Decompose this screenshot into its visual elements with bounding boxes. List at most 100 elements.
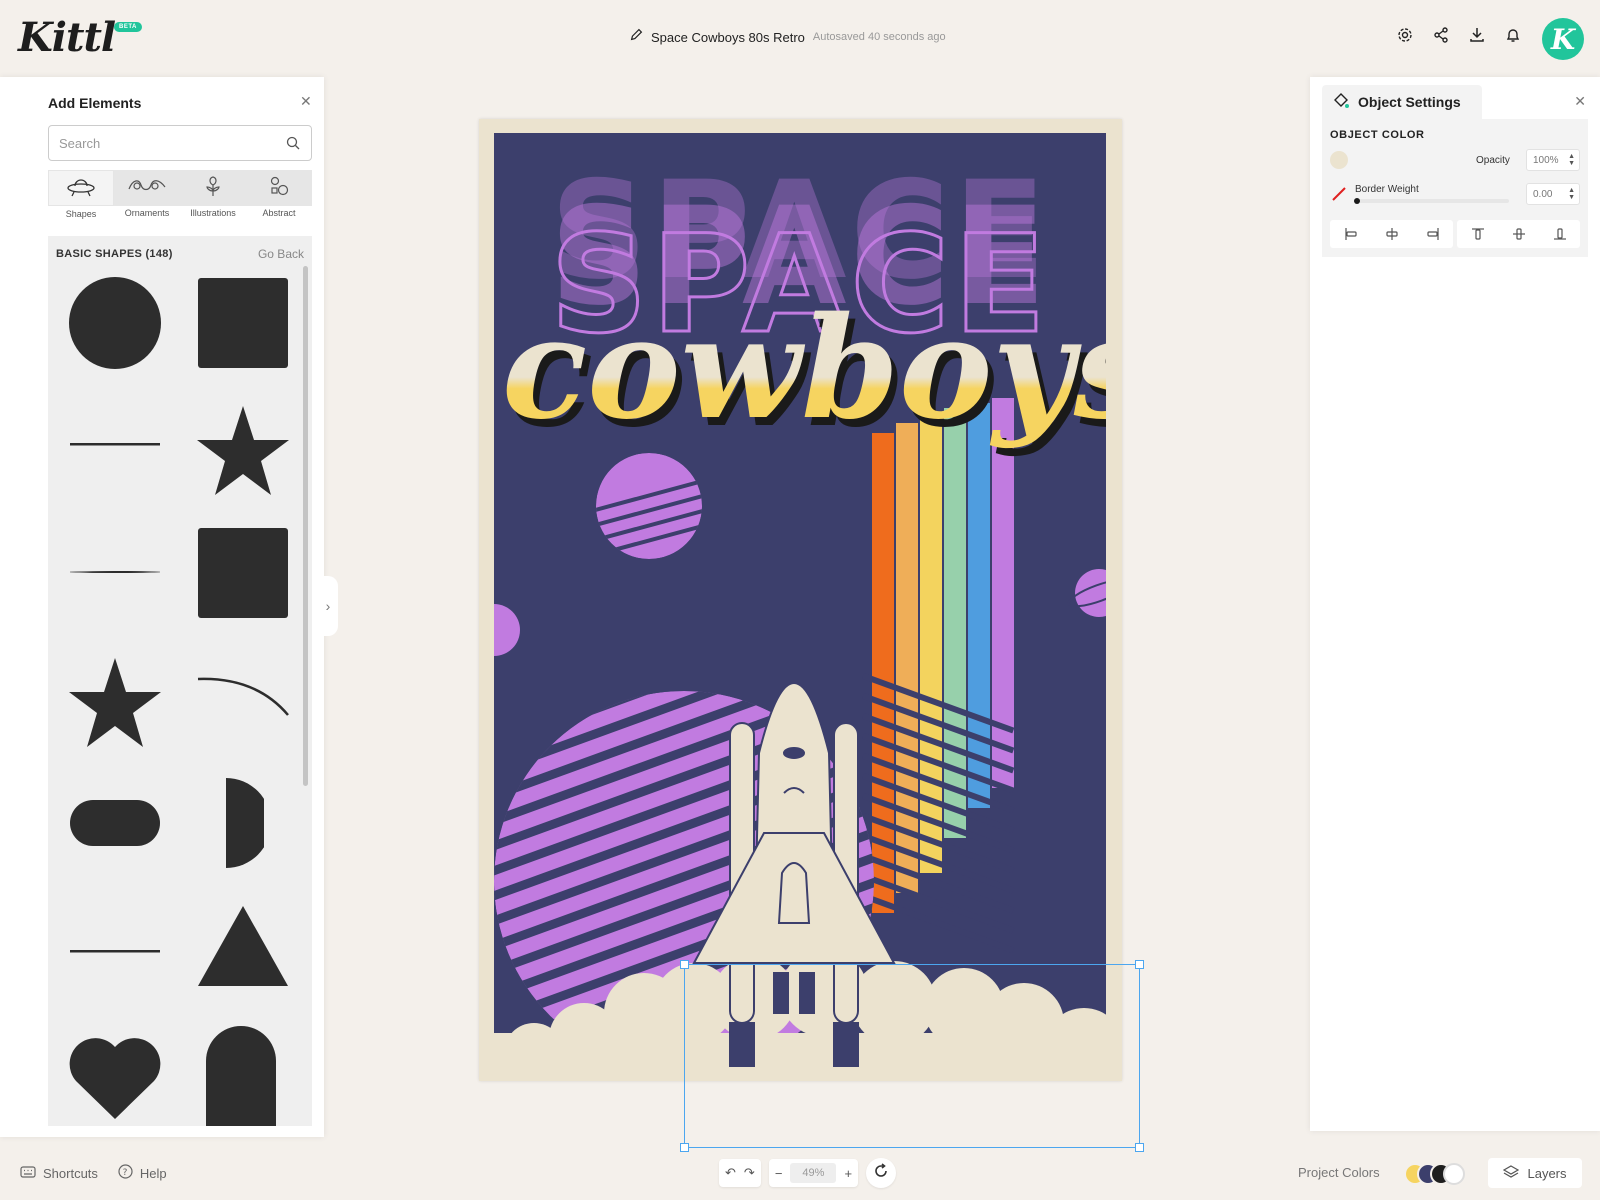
zoom-toolbar: ↶ ↷ − 49% + — [719, 1158, 897, 1188]
panel-title: Add Elements — [48, 95, 142, 111]
close-icon[interactable]: ✕ — [300, 93, 312, 110]
shape-arch[interactable] — [204, 1024, 278, 1126]
section-title: BASIC SHAPES (148) — [56, 248, 173, 260]
align-center-v-icon[interactable] — [1498, 220, 1539, 248]
zoom-in-button[interactable]: + — [844, 1166, 852, 1181]
beta-badge: BETA — [114, 22, 142, 32]
tab-label: Abstract — [262, 208, 296, 218]
object-settings-tab[interactable]: Object Settings — [1322, 85, 1482, 119]
shape-arc[interactable] — [196, 671, 290, 731]
zoom-level[interactable]: 49% — [790, 1163, 837, 1183]
scrollbar[interactable] — [303, 266, 308, 786]
help-label: Help — [139, 1165, 167, 1181]
document-title-area: Space Cowboys 80s Retro Autosaved 40 sec… — [630, 28, 946, 46]
object-color-label: OBJECT COLOR — [1330, 129, 1425, 141]
autosave-status: Autosaved 40 seconds ago — [812, 31, 946, 43]
resize-handle[interactable] — [680, 960, 689, 969]
bottom-left-links: Shortcuts ? Help — [20, 1164, 167, 1182]
tab-abstract[interactable]: Abstract — [246, 170, 312, 218]
undo-icon[interactable]: ↶ — [725, 1165, 736, 1181]
search-icon[interactable] — [286, 136, 300, 155]
shape-square[interactable] — [196, 526, 290, 620]
project-color-swatch[interactable] — [1443, 1163, 1465, 1185]
selection-box[interactable] — [680, 960, 1144, 1152]
project-color-swatches[interactable] — [1404, 1163, 1468, 1185]
shortcuts-button[interactable]: Shortcuts — [20, 1166, 98, 1181]
top-bar: Kittl BETA Space Cowboys 80s Retro Autos… — [0, 0, 1600, 76]
shape-star[interactable] — [68, 656, 162, 750]
header-actions — [1396, 26, 1522, 44]
stepper-icon[interactable]: ▲ ▼ — [1568, 187, 1575, 201]
no-border-icon — [1332, 187, 1346, 206]
category-tabs: Shapes Ornaments Illustrations Abstract — [48, 170, 312, 220]
shape-thin-line[interactable] — [68, 569, 162, 575]
color-swatch[interactable] — [1330, 151, 1348, 169]
opacity-field[interactable]: 100% ▲ ▼ — [1526, 149, 1580, 171]
download-icon[interactable] — [1468, 26, 1486, 44]
document-title[interactable]: Space Cowboys 80s Retro — [651, 30, 805, 45]
alignment-toolbar — [1330, 220, 1580, 248]
share-icon[interactable] — [1432, 26, 1450, 44]
shape-circle[interactable] — [68, 276, 162, 370]
align-left-icon[interactable] — [1330, 220, 1371, 248]
add-elements-panel: Add Elements ✕ Shapes Ornaments Illustra… — [0, 77, 324, 1137]
shape-half-circle[interactable] — [224, 776, 264, 870]
project-colors-label: Project Colors — [1298, 1165, 1380, 1180]
bell-icon[interactable] — [1504, 26, 1522, 44]
align-right-icon[interactable] — [1412, 220, 1453, 248]
resize-handle[interactable] — [1135, 1143, 1144, 1152]
pencil-icon[interactable] — [630, 28, 643, 46]
shape-triangle[interactable] — [196, 904, 290, 988]
keyboard-icon — [20, 1165, 36, 1181]
border-weight-slider[interactable] — [1354, 198, 1509, 204]
stepper-icon[interactable]: ▲ ▼ — [1568, 153, 1575, 167]
ufo-icon — [66, 175, 96, 202]
horizontal-align-group — [1330, 220, 1453, 248]
object-settings-panel: Object Settings ✕ OBJECT COLOR Opacity 1… — [1310, 77, 1600, 1131]
shortcuts-label: Shortcuts — [43, 1165, 98, 1181]
border-weight-field[interactable]: 0.00 ▲ ▼ — [1526, 183, 1580, 205]
history-controls: ↶ ↷ — [719, 1159, 761, 1187]
flower-icon — [202, 175, 224, 202]
abstract-icon — [268, 175, 290, 202]
opacity-label: Opacity — [1476, 155, 1510, 166]
shape-square[interactable] — [196, 276, 290, 370]
tab-illustrations[interactable]: Illustrations — [180, 170, 246, 218]
resize-handle[interactable] — [680, 1143, 689, 1152]
slider-thumb[interactable] — [1354, 198, 1360, 204]
align-center-h-icon[interactable] — [1371, 220, 1412, 248]
shape-heart[interactable] — [68, 1031, 162, 1121]
help-button[interactable]: ? Help — [118, 1164, 167, 1182]
border-weight-label: Border Weight — [1355, 184, 1419, 195]
shape-star[interactable] — [196, 404, 290, 498]
resize-handle[interactable] — [1135, 960, 1144, 969]
gear-icon[interactable] — [1396, 26, 1414, 44]
shape-pill[interactable] — [68, 798, 162, 848]
svg-text:cowboys: cowboys — [502, 287, 1106, 451]
tab-ornaments[interactable]: Ornaments — [114, 170, 180, 218]
layers-button[interactable]: Layers — [1488, 1158, 1582, 1188]
tab-shapes[interactable]: Shapes — [48, 170, 114, 219]
search-input[interactable] — [48, 125, 312, 161]
kittl-logo[interactable]: Kittl — [18, 14, 116, 61]
align-bottom-icon[interactable] — [1539, 220, 1580, 248]
cowboys-script: cowboys cowboys — [502, 287, 1106, 459]
paint-bucket-icon — [1332, 91, 1350, 114]
basic-shapes-section: BASIC SHAPES (148) Go Back — [48, 236, 312, 1126]
shape-line[interactable] — [68, 948, 162, 954]
close-icon[interactable]: ✕ — [1574, 93, 1586, 110]
tab-label: Illustrations — [190, 208, 236, 218]
poster-design[interactable]: SPACE SPACE SPACE cowboys cowboys — [494, 133, 1106, 1067]
shape-line[interactable] — [68, 441, 162, 447]
ornament-icon — [127, 175, 167, 202]
opacity-value: 100% — [1533, 155, 1559, 166]
user-avatar[interactable]: K — [1542, 18, 1584, 60]
collapse-panel-button[interactable]: › — [318, 576, 338, 636]
tab-label: Ornaments — [124, 208, 170, 218]
refresh-icon — [873, 1162, 889, 1184]
zoom-out-button[interactable]: − — [775, 1166, 783, 1181]
go-back-link[interactable]: Go Back — [258, 247, 304, 261]
align-top-icon[interactable] — [1457, 220, 1498, 248]
reset-view-button[interactable] — [866, 1158, 897, 1188]
redo-icon[interactable]: ↷ — [744, 1165, 755, 1181]
